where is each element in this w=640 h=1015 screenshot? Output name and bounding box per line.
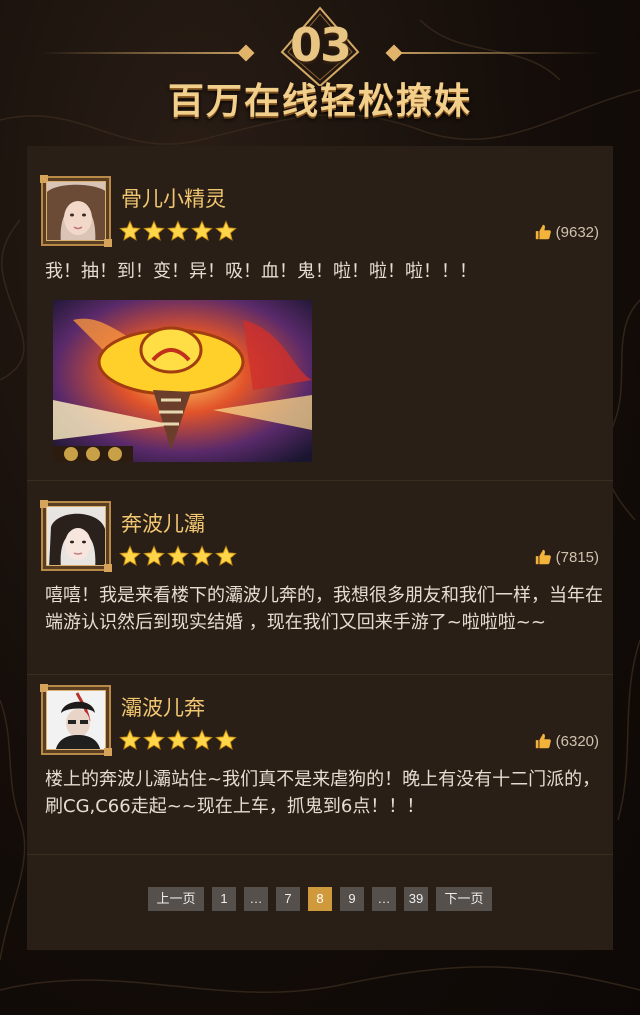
header-line-left xyxy=(40,52,250,54)
like-button[interactable]: (6320) xyxy=(534,732,599,750)
like-count: (9632) xyxy=(555,223,599,241)
star-icon xyxy=(143,729,165,750)
avatar[interactable] xyxy=(40,684,112,756)
page-button[interactable]: 7 xyxy=(276,887,300,911)
section-number: 03 xyxy=(289,18,352,72)
star-icon xyxy=(167,729,189,750)
thumbs-up-icon xyxy=(535,224,551,240)
header-line-right xyxy=(390,52,600,54)
section-title: 百万在线轻松撩妹 xyxy=(167,81,472,122)
next-page-button[interactable]: 下一页 xyxy=(436,887,492,911)
page-ellipsis: … xyxy=(244,887,268,911)
comment-screenshot[interactable] xyxy=(53,300,312,462)
star-icon xyxy=(119,729,141,750)
star-icon xyxy=(167,220,189,241)
comment-text: 嘻嘻！我是来看楼下的灞波儿奔的，我想很多朋友和我们一样，当年在端游认识然后到现实… xyxy=(45,585,603,633)
like-count: (6320) xyxy=(555,732,599,750)
comment-text: 楼上的奔波儿灞站住~我们真不是来虐狗的！晚上有没有十二门派的，刷CG,C66走起… xyxy=(45,769,601,817)
comments-panel: 骨儿小精灵 (9632) 我！抽！到！变！异！吸！血！鬼！啦！啦！啦！！！ 奔波… xyxy=(27,146,613,950)
page-ellipsis: … xyxy=(372,887,396,911)
prev-page-button[interactable]: 上一页 xyxy=(148,887,204,911)
rating-stars xyxy=(119,545,237,567)
page-button[interactable]: 1 xyxy=(212,887,236,911)
page-button-current[interactable]: 8 xyxy=(308,887,332,911)
thumbs-up-icon xyxy=(535,549,551,565)
star-icon xyxy=(143,545,165,566)
like-button[interactable]: (7815) xyxy=(534,548,599,566)
header-dot-right xyxy=(385,44,403,62)
comment-username[interactable]: 骨儿小精灵 xyxy=(121,183,226,213)
like-count: (7815) xyxy=(555,548,599,566)
star-icon xyxy=(191,729,213,750)
comment-text: 我！抽！到！变！异！吸！血！鬼！啦！啦！啦！！！ xyxy=(45,261,477,282)
rating-stars xyxy=(119,729,237,751)
comment-username[interactable]: 灞波儿奔 xyxy=(121,692,205,722)
comment-item: 骨儿小精灵 (9632) 我！抽！到！变！异！吸！血！鬼！啦！啦！啦！！！ xyxy=(27,146,613,481)
pagination: 上一页 1 … 7 8 9 … 39 下一页 xyxy=(27,887,613,911)
avatar-image xyxy=(46,181,106,241)
header-dot-left xyxy=(237,44,255,62)
star-icon xyxy=(119,220,141,241)
page-button[interactable]: 39 xyxy=(404,887,428,911)
rating-stars xyxy=(119,220,237,242)
avatar-image xyxy=(46,506,106,566)
star-icon xyxy=(191,545,213,566)
star-icon xyxy=(215,220,237,241)
star-icon xyxy=(191,220,213,241)
star-icon xyxy=(215,545,237,566)
comment-item: 灞波儿奔 (6320) 楼上的奔波儿灞站住~我们真不是来虐狗的！晚上有没有十二门… xyxy=(27,674,613,855)
like-button[interactable]: (9632) xyxy=(534,223,599,241)
avatar[interactable] xyxy=(40,175,112,247)
avatar[interactable] xyxy=(40,500,112,572)
comment-username[interactable]: 奔波儿灞 xyxy=(121,508,205,538)
avatar-image xyxy=(46,690,106,750)
thumbs-up-icon xyxy=(535,733,551,749)
star-icon xyxy=(167,545,189,566)
page-button[interactable]: 9 xyxy=(340,887,364,911)
star-icon xyxy=(215,729,237,750)
star-icon xyxy=(143,220,165,241)
comment-item: 奔波儿灞 (7815) 嘻嘻！我是来看楼下的灞波儿奔的，我想很多朋友和我们一样，… xyxy=(27,480,613,675)
star-icon xyxy=(119,545,141,566)
section-header: 03 百万在线轻松撩妹 xyxy=(0,0,640,130)
